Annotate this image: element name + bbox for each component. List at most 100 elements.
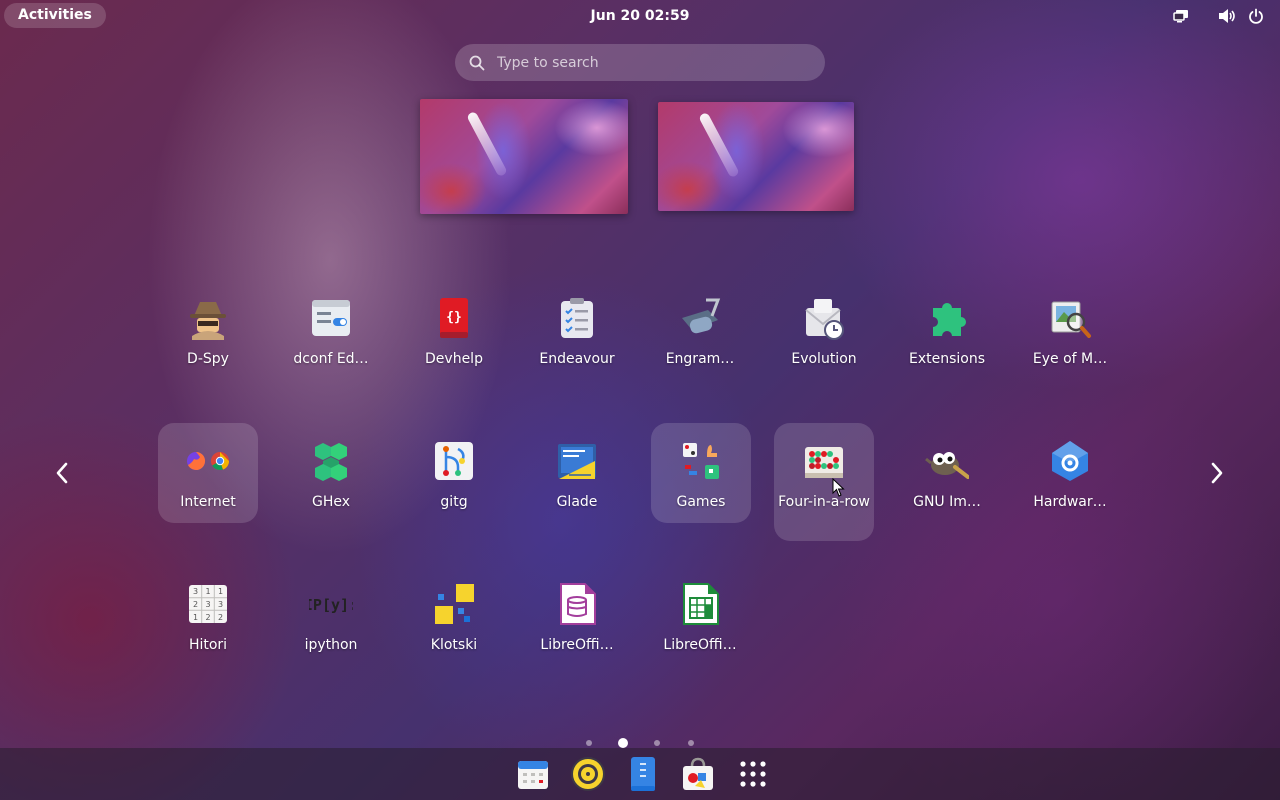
chrome-icon [211,452,230,471]
app-label: LibreOffi… [663,637,737,653]
app-label: D-Spy [187,351,229,367]
app-label: ipython [304,637,358,653]
folder-internet[interactable]: Internet [158,423,258,523]
glade-icon [555,439,599,483]
show-apps-button[interactable] [733,754,773,794]
internet-folder-icon [186,439,230,483]
dash-rhythmbox[interactable] [568,754,608,794]
search-bar[interactable] [455,44,825,81]
svg-text:2: 2 [205,613,210,622]
app-grid-icon [740,761,766,787]
software-icon [683,757,713,790]
four-in-a-row-icon [802,439,846,483]
app-ghex[interactable]: GHex [281,423,381,541]
app-four-in-a-row[interactable]: Four-in-a-row [774,423,874,541]
app-libreoffice-calc[interactable]: LibreOffi… [650,566,750,684]
app-label: Extensions [908,351,986,367]
app-gimp[interactable]: GNU Im… [897,423,997,541]
volume-icon[interactable] [1217,6,1237,26]
app-hitori[interactable]: 311233122 Hitori [158,566,258,684]
app-hardware[interactable]: Hardwar… [1020,423,1120,541]
mouse-cursor [832,478,845,497]
app-eye-of-mate[interactable]: Eye of M… [1020,280,1120,398]
app-devhelp[interactable]: {} Devhelp [404,280,504,398]
gimp-icon [925,439,969,483]
app-label: Hardwar… [1033,494,1107,510]
svg-text:3: 3 [218,600,223,609]
search-icon [469,55,485,70]
app-label: Four-in-a-row [778,494,870,510]
chevron-left-icon [56,462,68,484]
libreoffice-calc-icon [678,582,722,626]
svg-text:2: 2 [218,613,223,622]
app-gitg[interactable]: gitg [404,423,504,541]
app-engrampa[interactable]: Engram… [650,280,750,398]
workspace-thumbnail-2[interactable] [658,102,854,211]
svg-text:IP[y]:: IP[y]: [309,596,353,614]
gitg-icon [432,439,476,483]
klotski-icon [432,582,476,626]
app-label: dconf Ed… [293,351,369,367]
app-ipython[interactable]: IP[y]: ipython [281,566,381,684]
app-libreoffice-base[interactable]: LibreOffi… [527,566,627,684]
power-icon[interactable] [1246,6,1266,26]
ipython-icon: IP[y]: [309,582,353,626]
eye-of-mate-icon [1048,296,1092,340]
hardware-icon [1048,439,1092,483]
app-extensions[interactable]: Extensions [897,280,997,398]
clock[interactable]: Jun 20 02:59 [540,0,740,32]
devhelp-icon: {} [432,296,476,340]
d-spy-icon [186,296,230,340]
folder-games[interactable]: Games [651,423,751,523]
app-label: GHex [311,494,351,510]
app-label: Evolution [791,351,857,367]
extensions-icon [925,296,969,340]
dconf-editor-icon [309,296,353,340]
next-page-button[interactable] [1199,455,1235,491]
app-d-spy[interactable]: D-Spy [158,280,258,398]
folder-label: Games [676,494,726,510]
svg-text:{}: {} [446,310,462,325]
folder-label: Internet [180,494,236,510]
app-label: Eye of M… [1032,351,1108,367]
app-label: gitg [440,494,468,510]
app-label: Engram… [665,351,735,367]
app-label: Hitori [188,637,228,653]
display-icon[interactable] [1171,6,1191,26]
chevron-right-icon [1211,462,1223,484]
svg-text:3: 3 [193,587,198,596]
svg-text:1: 1 [193,613,198,622]
top-bar: Activities Jun 20 02:59 [0,0,1280,32]
wallpaper-streak [466,110,508,178]
hitori-icon: 311233122 [186,582,230,626]
app-label: GNU Im… [913,494,981,510]
search-input[interactable] [495,53,799,72]
app-label: Devhelp [425,351,483,367]
system-tray[interactable] [1171,6,1266,26]
app-label: Glade [556,494,598,510]
dash-calendar[interactable] [513,754,553,794]
svg-text:2: 2 [193,600,198,609]
app-klotski[interactable]: Klotski [404,566,504,684]
ghex-icon [309,439,353,483]
endeavour-icon [555,296,599,340]
games-folder-icon [679,439,723,483]
app-label: Endeavour [539,351,615,367]
svg-text:1: 1 [218,587,223,596]
libreoffice-base-icon [555,582,599,626]
app-evolution[interactable]: Evolution [774,280,874,398]
evolution-icon [802,296,846,340]
previous-page-button[interactable] [44,455,80,491]
dash-software[interactable] [678,754,718,794]
activities-button[interactable]: Activities [4,3,106,28]
dash-text-editor[interactable] [623,754,663,794]
text-editor-icon [631,757,655,791]
engrampa-icon [678,296,722,340]
svg-text:1: 1 [205,587,210,596]
app-dconf-editor[interactable]: dconf Ed… [281,280,381,398]
rhythmbox-icon [571,757,605,791]
app-endeavour[interactable]: Endeavour [527,280,627,398]
app-label: Klotski [430,637,478,653]
workspace-thumbnail-1[interactable] [420,99,628,214]
app-glade[interactable]: Glade [527,423,627,541]
